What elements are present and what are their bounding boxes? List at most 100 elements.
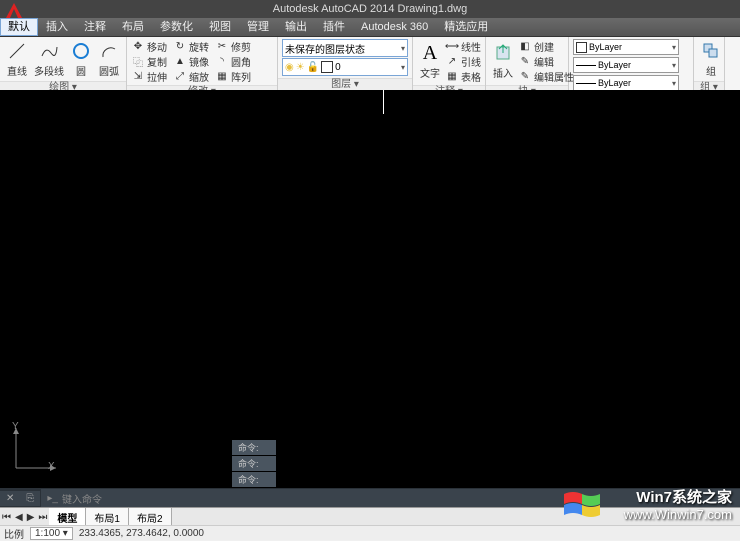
menu-view[interactable]: 视图 (201, 18, 239, 36)
mirror-button[interactable]: ▲镜像 (173, 54, 209, 68)
linetype-icon (576, 83, 596, 84)
dim-linear-button[interactable]: ⟷线性 (445, 39, 481, 53)
cursor-crosshair (383, 90, 384, 114)
menu-annotate[interactable]: 注释 (76, 18, 114, 36)
leader-icon: ↗ (445, 54, 459, 68)
move-button[interactable]: ✥移动 (131, 39, 167, 53)
menu-featured[interactable]: 精选应用 (436, 18, 496, 36)
line-button[interactable]: 直线 (4, 39, 30, 79)
windows-logo-icon (564, 490, 600, 520)
title-bar: Autodesk AutoCAD 2014 Drawing1.dwg (0, 0, 740, 18)
layer-color-swatch (321, 61, 333, 73)
watermark-line2: www.Winwin7.com (624, 507, 732, 522)
group-button[interactable]: 组 (698, 39, 724, 79)
sun-icon: ☀ (296, 62, 305, 73)
scale-icon: ⤢ (173, 69, 187, 83)
insert-button[interactable]: 插入 (490, 39, 516, 83)
tab-layout2[interactable]: 布局2 (129, 508, 172, 527)
status-bar: 比例 1:100 ▾ 233.4365, 273.4642, 0.0000 (0, 525, 740, 540)
lineweight-icon (576, 65, 596, 66)
panel-draw: 直线 多段线 圆 圆弧 绘图 ▾ (0, 37, 127, 91)
block-create-button[interactable]: ◧创建 (518, 39, 574, 53)
command-history: 命令: 命令: 命令: (232, 440, 276, 488)
coords-readout: 233.4365, 273.4642, 0.0000 (79, 528, 204, 539)
table-button[interactable]: ▦表格 (445, 69, 481, 83)
panel-properties: ByLayer▾ ByLayer▾ ByLayer▾ 特性 ▾ (569, 37, 694, 91)
lineweight-dropdown[interactable]: ByLayer▾ (573, 57, 679, 73)
text-icon: A (419, 42, 441, 64)
block-edit-button[interactable]: ✎编辑 (518, 54, 574, 68)
cmd-close-icon[interactable]: ✕ (0, 491, 20, 506)
prompt-icon: ▸_ (47, 493, 58, 504)
tab-last-icon[interactable]: ⏭ (36, 512, 49, 523)
menu-manage[interactable]: 管理 (239, 18, 277, 36)
fillet-button[interactable]: ◝圆角 (215, 54, 251, 68)
cmd-line: 命令: (232, 440, 276, 455)
watermark-line1: Win7系统之家 (624, 486, 732, 507)
arc-icon (98, 40, 120, 62)
menu-bar: 默认 插入 注释 布局 参数化 视图 管理 输出 插件 Autodesk 360… (0, 18, 740, 37)
stretch-button[interactable]: ⇲拉伸 (131, 69, 167, 83)
create-icon: ◧ (518, 39, 532, 53)
watermark: Win7系统之家 www.Winwin7.com (624, 486, 732, 522)
panel-modify: ✥移动 ↻旋转 ✂修剪 ⿻复制 ▲镜像 ◝圆角 ⇲拉伸 ⤢缩放 ▦阵列 修改 ▾ (127, 37, 278, 91)
chevron-down-icon: ▾ (401, 63, 405, 72)
copy-button[interactable]: ⿻复制 (131, 54, 167, 68)
cmd-expand-icon[interactable]: ⎘ (20, 491, 40, 506)
circle-icon (70, 40, 92, 62)
cmd-line: 命令: (232, 456, 276, 471)
panel-annotate: A文字 ⟷线性 ↗引线 ▦表格 注释 ▾ (413, 37, 486, 91)
chevron-down-icon: ▾ (672, 43, 676, 52)
panel-layer: 未保存的图层状态▾ ◉ ☀ 🔓 0 ▾ 图层 ▾ (278, 37, 413, 91)
fillet-icon: ◝ (215, 54, 229, 68)
linetype-dropdown[interactable]: ByLayer▾ (573, 75, 679, 91)
layer-current-dropdown[interactable]: ◉ ☀ 🔓 0 ▾ (282, 58, 408, 76)
ribbon: 直线 多段线 圆 圆弧 绘图 ▾ ✥移动 ↻旋转 ✂修剪 ⿻复制 ▲镜像 ◝圆角… (0, 37, 740, 92)
edit-icon: ✎ (518, 54, 532, 68)
array-button[interactable]: ▦阵列 (215, 69, 251, 83)
tab-model[interactable]: 模型 (49, 508, 86, 527)
line-icon (6, 40, 28, 62)
mirror-icon: ▲ (173, 54, 187, 68)
menu-layout[interactable]: 布局 (114, 18, 152, 36)
color-dropdown[interactable]: ByLayer▾ (573, 39, 679, 55)
arc-button[interactable]: 圆弧 (96, 39, 122, 79)
copy-icon: ⿻ (131, 54, 145, 68)
rotate-button[interactable]: ↻旋转 (173, 39, 209, 53)
tab-first-icon[interactable]: ⏮ (0, 512, 13, 523)
block-attedit-button[interactable]: ✎编辑属性 (518, 69, 574, 83)
scale-button[interactable]: ⤢缩放 (173, 69, 209, 83)
menu-output[interactable]: 输出 (277, 18, 315, 36)
leader-button[interactable]: ↗引线 (445, 54, 481, 68)
menu-plugins[interactable]: 插件 (315, 18, 353, 36)
circle-button[interactable]: 圆 (68, 39, 94, 79)
menu-parametric[interactable]: 参数化 (152, 18, 201, 36)
chevron-down-icon: ▾ (672, 79, 676, 88)
rotate-icon: ↻ (173, 39, 187, 53)
cmd-line: 命令: (232, 472, 276, 487)
scale-label: 比例 (4, 526, 24, 541)
trim-icon: ✂ (215, 39, 229, 53)
dim-icon: ⟷ (445, 39, 459, 53)
trim-button[interactable]: ✂修剪 (215, 39, 251, 53)
lightbulb-icon: ◉ (285, 62, 294, 73)
group-icon (700, 40, 722, 62)
drawing-canvas[interactable]: YX 命令: 命令: 命令: ✕ ⎘ ▸_键入命令 (0, 90, 740, 508)
window-title: Autodesk AutoCAD 2014 Drawing1.dwg (273, 3, 467, 15)
insert-icon (492, 42, 514, 64)
text-button[interactable]: A文字 (417, 39, 443, 83)
tab-layout1[interactable]: 布局1 (86, 508, 129, 527)
tab-next-icon[interactable]: ▶ (25, 512, 37, 523)
layer-state-dropdown[interactable]: 未保存的图层状态▾ (282, 39, 408, 57)
panel-group: 组 组 ▾ (694, 37, 725, 91)
menu-a360[interactable]: Autodesk 360 (353, 18, 436, 36)
chevron-down-icon: ▾ (401, 44, 405, 53)
polyline-icon (38, 40, 60, 62)
scale-dropdown[interactable]: 1:100 ▾ (30, 527, 73, 540)
attedit-icon: ✎ (518, 69, 532, 83)
tab-prev-icon[interactable]: ◀ (13, 512, 25, 523)
polyline-button[interactable]: 多段线 (32, 39, 66, 79)
menu-insert[interactable]: 插入 (38, 18, 76, 36)
chevron-down-icon: ▾ (672, 61, 676, 70)
autocad-logo-icon (4, 1, 24, 21)
